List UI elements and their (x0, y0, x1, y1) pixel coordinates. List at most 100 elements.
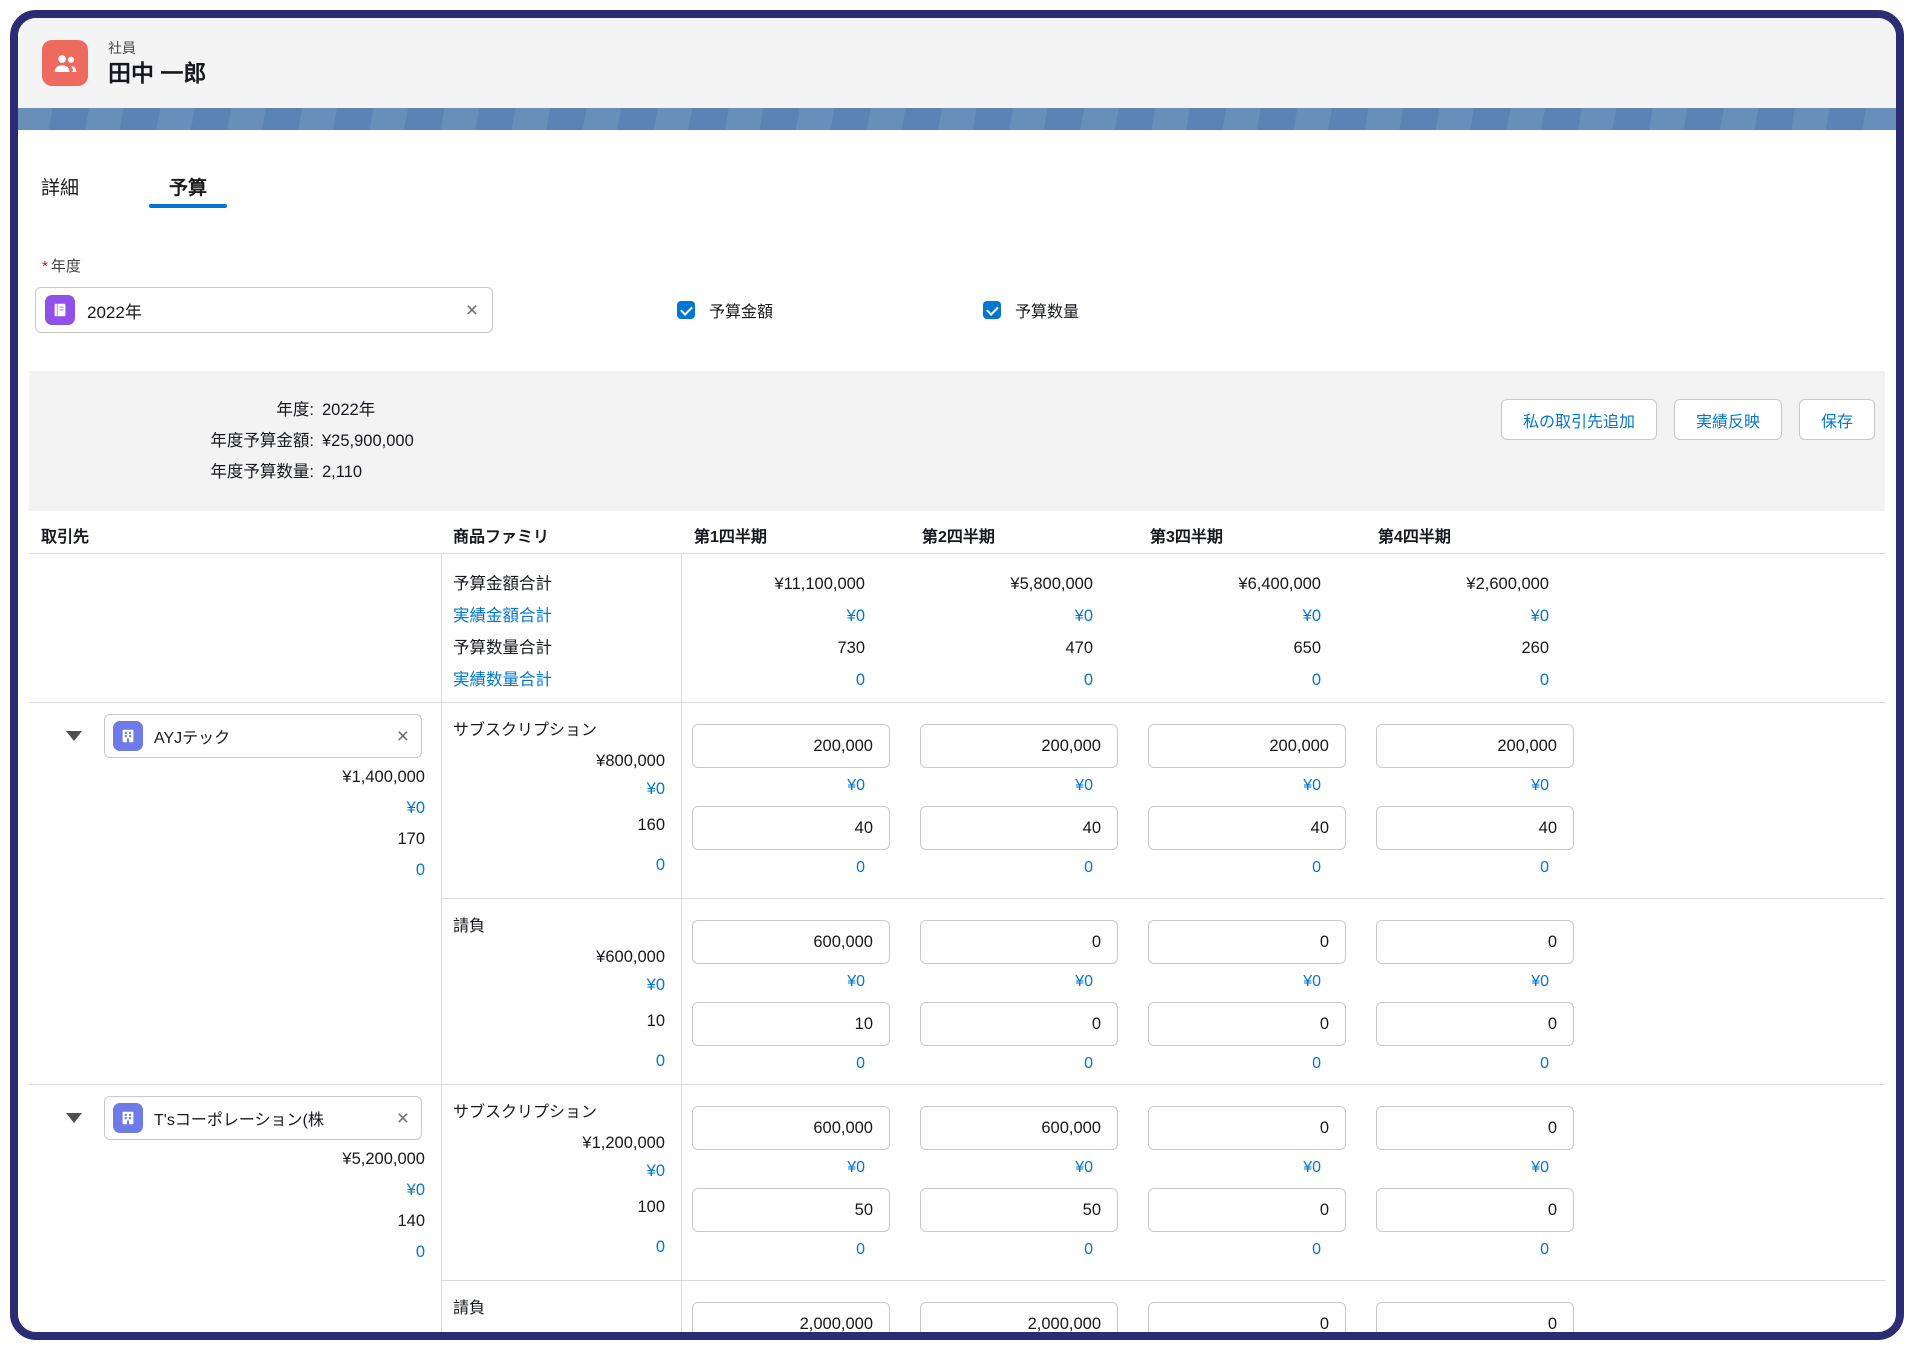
totals-value: ¥6,400,000 (1138, 568, 1321, 600)
account-actual-quantity: 0 (29, 855, 425, 886)
quantity-input-q2[interactable] (920, 806, 1118, 850)
account-amount: ¥1,400,000 (29, 762, 425, 793)
tab-budget[interactable]: 予算 (149, 164, 227, 208)
totals-value: ¥0 (910, 600, 1093, 632)
amount-input-q3[interactable] (1148, 724, 1346, 768)
totals-label[interactable]: 実績数量合計 (453, 664, 665, 696)
actual-quantity-q3: 0 (1148, 854, 1346, 882)
totals-label: 予算金額合計 (453, 568, 665, 600)
account-remove-icon[interactable]: × (397, 726, 409, 747)
amount-input-q1[interactable] (692, 724, 890, 768)
budget-quantity-checkbox[interactable]: 予算数量 (983, 298, 1079, 322)
totals-value: 650 (1138, 632, 1321, 664)
actual-quantity-q2: 0 (920, 1050, 1118, 1078)
quarter-cell-q3: ¥00 (1138, 1085, 1366, 1280)
account-name: AYJテック (154, 724, 386, 748)
quantity-input-q4[interactable] (1376, 1188, 1574, 1232)
family-name: サブスクリプション (453, 1099, 665, 1127)
totals-label[interactable]: 実績金額合計 (453, 600, 665, 632)
family-rows: サブスクリプション¥1,200,000¥01000¥00¥00¥00¥00請負 (442, 1085, 1885, 1340)
quantity-input-q4[interactable] (1376, 806, 1574, 850)
annual-summary-panel: 年度: 2022年 年度予算金額: ¥25,900,000 年度予算数量: 2,… (29, 371, 1885, 511)
actual-quantity-q4: 0 (1376, 854, 1574, 882)
family-actual-amount: ¥0 (453, 1157, 665, 1185)
amount-input-q4[interactable] (1376, 1106, 1574, 1150)
entity-label: 社員 (108, 39, 206, 57)
account-pill[interactable]: T'sコーポレーション(株 × (104, 1096, 422, 1140)
account-group: T'sコーポレーション(株×¥5,200,000¥01400サブスクリプション¥… (29, 1085, 1885, 1340)
family-amount: ¥600,000 (453, 943, 665, 971)
family-cell: 請負 (442, 1281, 682, 1340)
column-header-q1: 第1四半期 (682, 523, 910, 547)
account-pill[interactable]: AYJテック × (104, 714, 422, 758)
totals-value: 0 (1138, 664, 1321, 696)
amount-input-q4[interactable] (1376, 920, 1574, 964)
actual-amount-q1: ¥0 (692, 772, 890, 800)
reflect-actuals-button[interactable]: 実績反映 (1674, 399, 1782, 440)
quantity-input-q1[interactable] (692, 1002, 890, 1046)
totals-label: 予算数量合計 (453, 632, 665, 664)
collapse-chevron-icon[interactable] (66, 1113, 82, 1123)
totals-value: 0 (682, 664, 865, 696)
summary-year-value: 2022年 (322, 395, 375, 426)
save-button[interactable]: 保存 (1799, 399, 1875, 440)
account-actual-amount: ¥0 (29, 1175, 425, 1206)
quantity-input-q2[interactable] (920, 1002, 1118, 1046)
actual-amount-q4: ¥0 (1376, 968, 1574, 996)
quarter-cell-q1: ¥00 (682, 1085, 910, 1280)
tab-details[interactable]: 詳細 (21, 164, 99, 208)
column-header-q4: 第4四半期 (1366, 523, 1594, 547)
quantity-input-q1[interactable] (692, 1188, 890, 1232)
amount-input-q1[interactable] (692, 1302, 890, 1340)
record-card: 社員 田中 一郎 詳細 予算 *年度 2022年 × (10, 10, 1904, 1340)
year-lookup-field[interactable]: 2022年 × (35, 287, 493, 333)
quarter-cell-q1 (682, 1281, 910, 1340)
actual-amount-q2: ¥0 (920, 772, 1118, 800)
column-header-account: 取引先 (29, 523, 442, 547)
quantity-input-q3[interactable] (1148, 806, 1346, 850)
year-clear-icon[interactable]: × (466, 300, 478, 321)
summary-quantity-value: 2,110 (322, 457, 362, 488)
spacer (1594, 1085, 1885, 1280)
account-cell: AYJテック×¥1,400,000¥01700 (29, 703, 442, 1084)
quantity-input-q2[interactable] (920, 1188, 1118, 1232)
amount-input-q4[interactable] (1376, 724, 1574, 768)
totals-account-cell (29, 554, 442, 702)
totals-quarter-cell-q4: ¥2,600,000¥02600 (1366, 554, 1594, 702)
totals-value: 470 (910, 632, 1093, 664)
amount-input-q1[interactable] (692, 920, 890, 964)
family-quantity: 10 (453, 1007, 665, 1035)
actual-amount-q1: ¥0 (692, 968, 890, 996)
totals-value: ¥5,800,000 (910, 568, 1093, 600)
brand-banner (18, 108, 1896, 130)
amount-input-q3[interactable] (1148, 1302, 1346, 1340)
account-icon (113, 1103, 143, 1133)
spacer (1594, 554, 1885, 702)
quantity-input-q4[interactable] (1376, 1002, 1574, 1046)
budget-table-header: 取引先 商品ファミリ 第1四半期 第2四半期 第3四半期 第4四半期 (29, 511, 1885, 554)
required-asterisk: * (42, 258, 48, 275)
account-remove-icon[interactable]: × (397, 1108, 409, 1129)
amount-input-q2[interactable] (920, 920, 1118, 964)
family-actual-quantity: 0 (453, 1047, 665, 1075)
add-my-accounts-button[interactable]: 私の取引先追加 (1501, 399, 1657, 440)
collapse-chevron-icon[interactable] (66, 731, 82, 741)
column-header-q3: 第3四半期 (1138, 523, 1366, 547)
family-cell: 請負¥600,000¥0100 (442, 899, 682, 1084)
amount-input-q2[interactable] (920, 1302, 1118, 1340)
amount-input-q4[interactable] (1376, 1302, 1574, 1340)
amount-input-q3[interactable] (1148, 920, 1346, 964)
amount-input-q1[interactable] (692, 1106, 890, 1150)
totals-value: ¥11,100,000 (682, 568, 865, 600)
account-quantity: 170 (29, 824, 425, 855)
quantity-input-q1[interactable] (692, 806, 890, 850)
account-name: T'sコーポレーション(株 (154, 1106, 386, 1130)
quantity-input-q3[interactable] (1148, 1188, 1346, 1232)
amount-input-q3[interactable] (1148, 1106, 1346, 1150)
family-actual-amount: ¥0 (453, 971, 665, 999)
totals-value: ¥0 (1138, 600, 1321, 632)
budget-amount-checkbox[interactable]: 予算金額 (677, 298, 773, 322)
amount-input-q2[interactable] (920, 1106, 1118, 1150)
amount-input-q2[interactable] (920, 724, 1118, 768)
quantity-input-q3[interactable] (1148, 1002, 1346, 1046)
